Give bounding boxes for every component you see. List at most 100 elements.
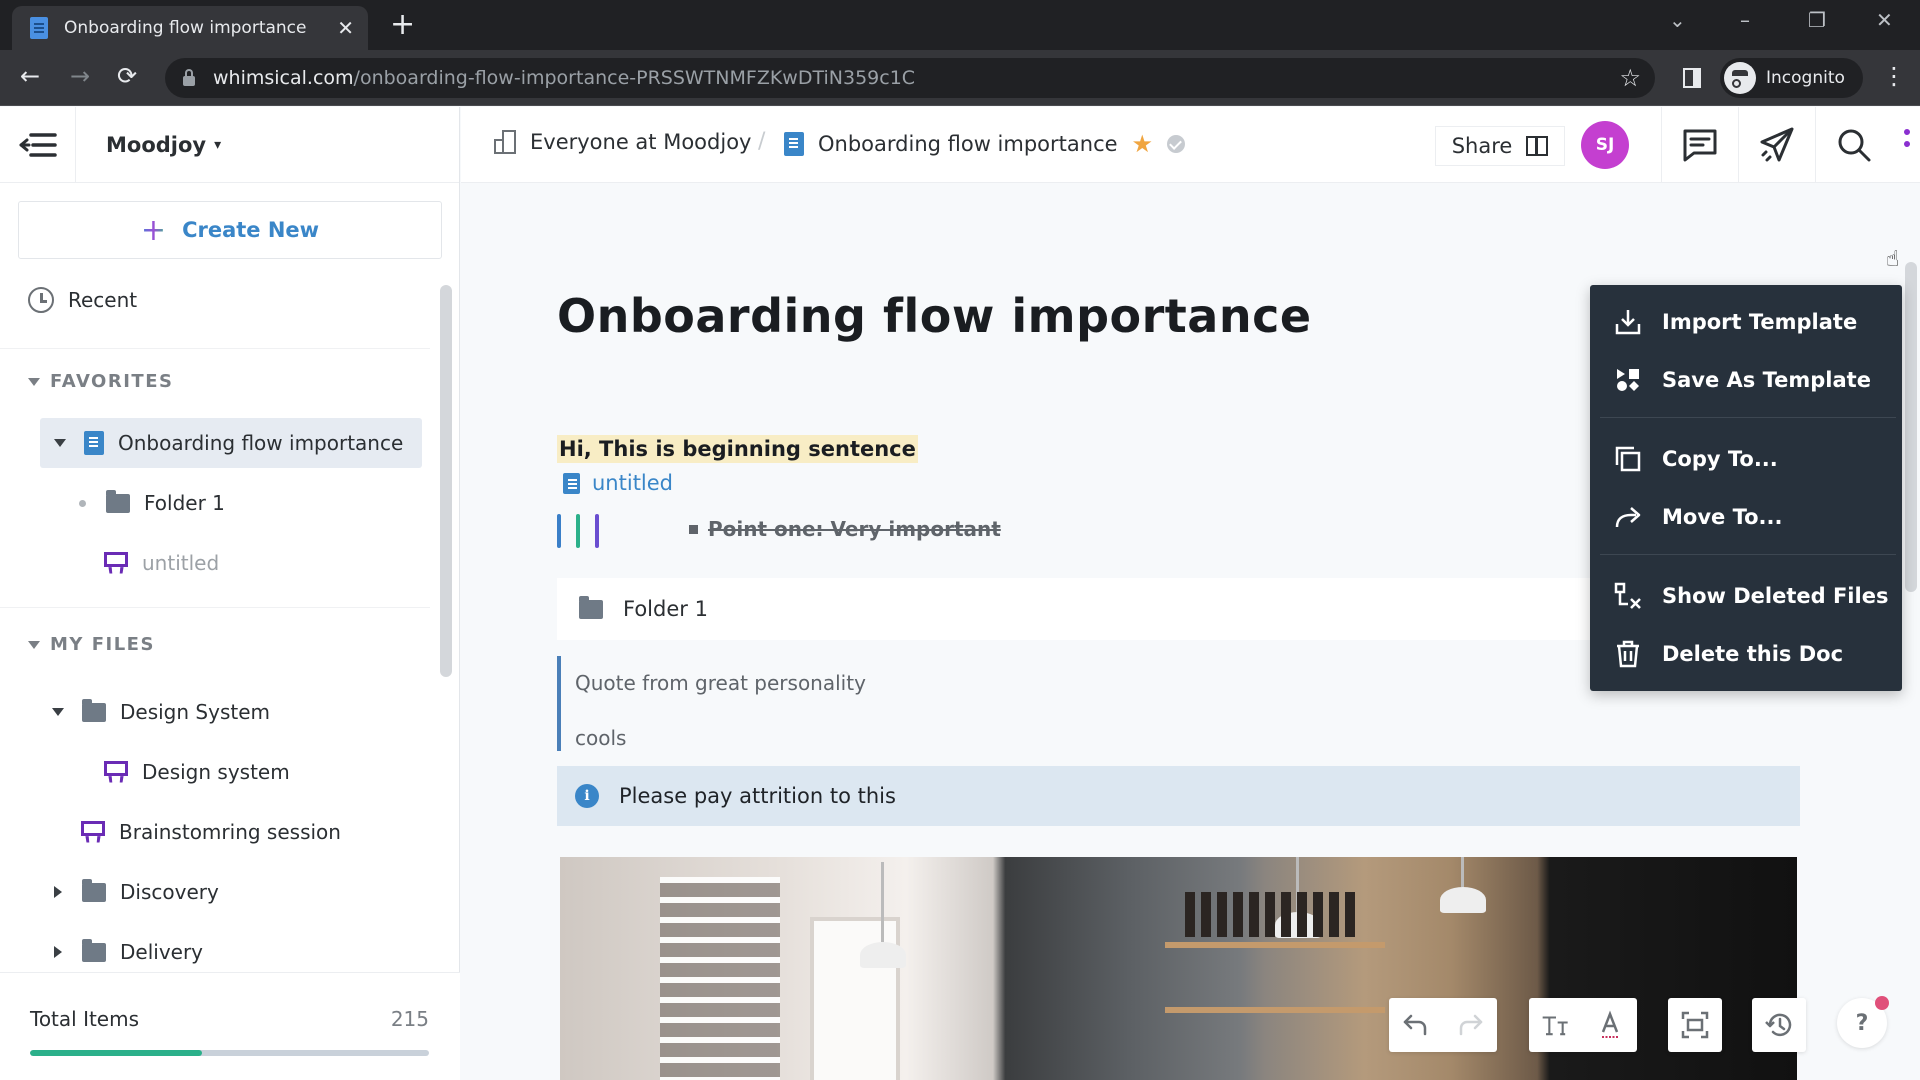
page-scrollbar[interactable] <box>1905 262 1917 592</box>
sidebar-item-onboarding-flow-importance[interactable]: Onboarding flow importance <box>40 418 422 468</box>
trash-icon <box>1617 640 1639 668</box>
new-tab-button[interactable]: + <box>390 10 415 40</box>
folder-card-label: Folder 1 <box>623 597 708 621</box>
sidebar-item-discovery[interactable]: Discovery <box>48 867 219 917</box>
doc-icon <box>784 132 804 156</box>
caret-down-icon[interactable] <box>54 439 66 447</box>
page-title[interactable]: Onboarding flow importance <box>557 289 1312 343</box>
tab-close-icon[interactable]: ✕ <box>337 16 354 40</box>
redo-button[interactable] <box>1443 998 1497 1052</box>
tab-list-icon[interactable]: ⌄ <box>1669 8 1686 32</box>
fit-to-screen-button[interactable] <box>1668 998 1722 1052</box>
menu-divider <box>1600 417 1896 418</box>
plus-icon: + <box>140 212 167 248</box>
url-input[interactable]: whimsical.com/onboarding-flow-importance… <box>165 58 1655 98</box>
dot-icon <box>1904 129 1910 135</box>
dot-icon <box>1904 141 1910 147</box>
minimize-button[interactable]: – <box>1740 8 1750 32</box>
favorites-section-toggle[interactable]: FAVORITES <box>28 371 173 392</box>
strikethrough-bullet[interactable]: Point one: Very important <box>689 517 1001 541</box>
breadcrumb-doc[interactable]: Onboarding flow importance ★ <box>784 130 1186 158</box>
fit-screen-icon <box>1681 1011 1709 1039</box>
version-toolbar <box>1752 998 1806 1052</box>
search-button[interactable] <box>1815 107 1891 183</box>
inline-doc-link[interactable]: untitled <box>563 471 673 495</box>
sidebar-item-delivery[interactable]: Delivery <box>48 927 203 977</box>
menu-item-copy-to[interactable]: Copy To... <box>1590 430 1902 488</box>
inline-link-label: untitled <box>592 471 674 495</box>
tree-item-label: Folder 1 <box>144 491 225 515</box>
text-size-icon <box>1542 1016 1568 1036</box>
tree-item-label: Brainstomring session <box>119 820 341 844</box>
menu-item-show-deleted-files[interactable]: Show Deleted Files <box>1590 567 1902 625</box>
menu-divider <box>1600 554 1896 555</box>
browser-tab[interactable]: Onboarding flow importance ✕ <box>12 6 368 50</box>
text-color-button[interactable] <box>1583 998 1637 1052</box>
back-button[interactable]: ← <box>20 62 40 90</box>
text-size-button[interactable] <box>1529 998 1583 1052</box>
sidebar-item-design-system-board[interactable]: Design system <box>104 747 290 797</box>
create-new-button[interactable]: + Create New <box>18 201 442 259</box>
restore-button[interactable]: ❐ <box>1808 8 1826 32</box>
help-button[interactable]: ? <box>1837 996 1889 1048</box>
sidebar-item-brainstorming-session[interactable]: Brainstomring session <box>81 807 341 857</box>
sidebar-item-recent[interactable]: Recent <box>28 287 137 313</box>
share-label: Share <box>1451 134 1513 158</box>
image-detail <box>1165 942 1385 948</box>
caret-right-icon[interactable] <box>54 946 62 958</box>
building-icon <box>494 130 516 154</box>
menu-item-label: Show Deleted Files <box>1662 584 1889 608</box>
bullet-dot-icon <box>78 499 86 507</box>
sidebar-scrollbar[interactable] <box>440 285 452 677</box>
paper-plane-icon <box>1760 127 1793 162</box>
avatar[interactable]: SJ <box>1581 121 1629 169</box>
present-button[interactable] <box>1738 107 1814 183</box>
address-bar: ← → ⟳ whimsical.com/onboarding-flow-impo… <box>0 50 1920 106</box>
whimsical-app: Moodjoy ▾ + Create New Recent FAVORITES … <box>0 106 1920 1080</box>
side-panel-icon[interactable] <box>1683 68 1701 88</box>
menu-item-save-as-template[interactable]: Save As Template <box>1590 351 1902 409</box>
caret-right-icon[interactable] <box>54 886 62 898</box>
tab-title: Onboarding flow importance <box>64 18 307 38</box>
close-window-button[interactable]: ✕ <box>1876 8 1893 32</box>
bookmark-star-icon[interactable]: ☆ <box>1619 64 1641 92</box>
breadcrumb-org[interactable]: Everyone at Moodjoy <box>494 130 751 154</box>
menu-item-import-template[interactable]: Import Template <box>1590 293 1902 351</box>
sidebar-item-design-system-folder[interactable]: Design System <box>48 687 270 737</box>
incognito-badge[interactable]: Incognito <box>1720 58 1863 98</box>
share-button[interactable]: Share <box>1435 126 1565 166</box>
menu-item-delete-doc[interactable]: Delete this Doc <box>1590 625 1902 683</box>
sidebar-item-folder-1[interactable]: Folder 1 <box>72 478 225 528</box>
more-options-button[interactable] <box>1892 107 1920 183</box>
doc-header: Everyone at Moodjoy / Onboarding flow im… <box>461 107 1920 183</box>
comment-icon <box>1683 129 1716 162</box>
tree-item-label: Onboarding flow importance <box>118 431 404 455</box>
caret-down-icon[interactable] <box>52 708 64 716</box>
menu-item-move-to[interactable]: Move To... <box>1590 488 1902 546</box>
workspace-switcher[interactable]: Moodjoy ▾ <box>106 133 221 157</box>
url-path: /onboarding-flow-importance-PRSSWTNMFZKw… <box>353 67 916 89</box>
caret-down-icon <box>28 377 40 386</box>
doc-favicon-icon <box>30 17 48 39</box>
verified-check-icon <box>1167 135 1186 153</box>
team-building-icon <box>1526 136 1549 156</box>
collapse-sidebar-button[interactable] <box>0 106 76 183</box>
blockquote[interactable]: Quote from great personality cools <box>557 656 1157 751</box>
info-callout[interactable]: i Please pay attrition to this <box>557 766 1800 826</box>
favorite-star-icon[interactable]: ★ <box>1132 130 1154 158</box>
color-bar <box>576 514 580 548</box>
tree-item-label: Discovery <box>120 880 219 904</box>
forward-button[interactable]: → <box>70 62 90 90</box>
version-history-button[interactable] <box>1752 998 1806 1052</box>
comments-button[interactable] <box>1661 107 1737 183</box>
favorites-header: FAVORITES <box>50 371 174 392</box>
my-files-section-toggle[interactable]: MY FILES <box>28 634 155 655</box>
image-detail <box>1165 1007 1385 1013</box>
browser-menu-icon[interactable]: ⋮ <box>1882 62 1906 90</box>
highlighted-paragraph[interactable]: Hi, This is beginning sentence <box>557 435 918 463</box>
text-toolbar <box>1529 998 1637 1052</box>
reload-button[interactable]: ⟳ <box>117 62 137 90</box>
undo-button[interactable] <box>1389 998 1443 1052</box>
sidebar-item-untitled[interactable]: untitled <box>104 538 219 588</box>
menu-item-label: Save As Template <box>1662 368 1871 392</box>
